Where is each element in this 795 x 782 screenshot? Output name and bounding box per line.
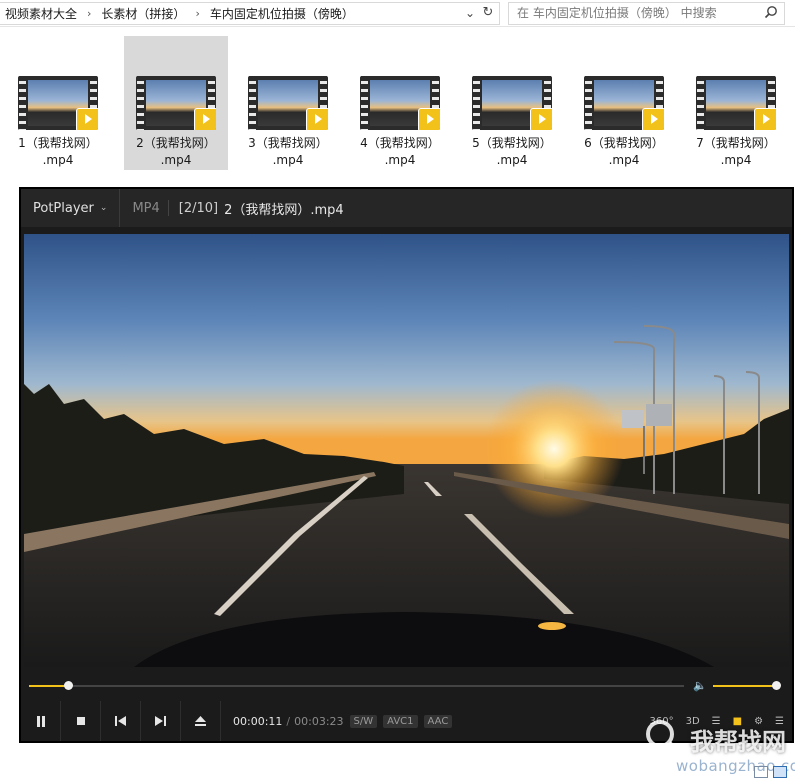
app-menu-button[interactable]: PotPlayer ⌄ bbox=[21, 189, 121, 227]
potplayer-window: PotPlayer ⌄ MP4 [2/10] 2（我帮找网）.mp4 🔈 00:… bbox=[19, 187, 794, 743]
file-item[interactable]: 6（我帮找网） .mp4 bbox=[572, 36, 676, 170]
file-item[interactable]: 3（我帮找网） .mp4 bbox=[236, 36, 340, 170]
volume-icon[interactable]: 🔈 bbox=[693, 679, 707, 692]
format-label: MP4 bbox=[132, 200, 160, 216]
potplayer-badge-icon bbox=[76, 108, 98, 130]
pause-icon bbox=[36, 715, 45, 727]
file-name: 1（我帮找网） .mp4 bbox=[18, 136, 98, 167]
playlist-position: [2/10] bbox=[178, 200, 219, 216]
file-name: 5（我帮找网） .mp4 bbox=[472, 136, 552, 167]
file-item-selected[interactable]: 2（我帮找网） .mp4 bbox=[124, 36, 228, 170]
file-grid: 1（我帮找网） .mp4 2（我帮找网） .mp4 3（我帮找网） .mp4 4（我帮… bbox=[0, 36, 795, 176]
total-time: 00:03:23 bbox=[294, 714, 344, 728]
volume-handle[interactable] bbox=[771, 681, 781, 690]
video-file-icon bbox=[360, 76, 440, 130]
seekbar-row: 🔈 bbox=[21, 677, 792, 695]
video-file-icon bbox=[584, 76, 664, 130]
search-box[interactable] bbox=[508, 2, 785, 25]
video-frame[interactable] bbox=[24, 234, 789, 667]
next-button[interactable] bbox=[141, 701, 181, 741]
video-codec-tag[interactable]: AVC1 bbox=[383, 714, 418, 728]
breadcrumb-item[interactable]: 视频素材大全 bbox=[0, 5, 83, 22]
previous-icon bbox=[115, 716, 126, 726]
search-icon[interactable] bbox=[764, 5, 778, 19]
video-file-icon bbox=[696, 76, 776, 130]
watermark-search-icon bbox=[646, 720, 682, 756]
open-file-button[interactable] bbox=[181, 701, 221, 741]
breadcrumb-chevron-icon[interactable]: › bbox=[191, 7, 203, 20]
search-input[interactable] bbox=[509, 3, 762, 22]
file-item[interactable]: 1（我帮找网） .mp4 bbox=[6, 36, 110, 170]
file-name: 7（我帮找网） .mp4 bbox=[696, 136, 776, 167]
potplayer-badge-icon bbox=[754, 108, 776, 130]
video-file-icon bbox=[472, 76, 552, 130]
eject-icon bbox=[195, 716, 206, 726]
file-item[interactable]: 4（我帮找网） .mp4 bbox=[348, 36, 452, 170]
chevron-down-icon: ⌄ bbox=[99, 203, 108, 213]
next-icon bbox=[155, 716, 166, 726]
seek-handle[interactable] bbox=[64, 681, 74, 690]
current-time: 00:00:11 bbox=[233, 714, 283, 728]
watermark-text: 我帮找网 bbox=[690, 728, 786, 756]
potplayer-badge-icon bbox=[194, 108, 216, 130]
stop-button[interactable] bbox=[61, 701, 101, 741]
breadcrumb-item[interactable]: 长素材（拼接） bbox=[95, 5, 191, 22]
file-name: 6（我帮找网） .mp4 bbox=[584, 136, 664, 167]
previous-button[interactable] bbox=[101, 701, 141, 741]
large-icons-view-icon[interactable] bbox=[773, 766, 787, 778]
breadcrumb[interactable]: 视频素材大全 › 长素材（拼接） › 车内固定机位拍摄（傍晚） bbox=[0, 2, 500, 25]
address-bar: 视频素材大全 › 长素材（拼接） › 车内固定机位拍摄（傍晚） ⌄ ↻ bbox=[0, 0, 795, 27]
time-separator: / bbox=[286, 714, 291, 728]
video-file-icon bbox=[18, 76, 98, 130]
file-name: 2（我帮找网） .mp4 bbox=[136, 136, 216, 167]
potplayer-badge-icon bbox=[642, 108, 664, 130]
address-dropdown-icon[interactable]: ⌄ bbox=[462, 4, 478, 21]
refresh-icon[interactable]: ↻ bbox=[480, 4, 496, 21]
file-name: 3（我帮找网） .mp4 bbox=[248, 136, 328, 167]
video-file-icon bbox=[136, 76, 216, 130]
file-name: 4（我帮找网） .mp4 bbox=[360, 136, 440, 167]
file-item[interactable]: 7（我帮找网） .mp4 bbox=[684, 36, 788, 170]
file-item[interactable]: 5（我帮找网） .mp4 bbox=[460, 36, 564, 170]
app-name: PotPlayer bbox=[33, 200, 94, 216]
player-titlebar: PotPlayer ⌄ MP4 [2/10] 2（我帮找网）.mp4 bbox=[21, 189, 792, 227]
potplayer-badge-icon bbox=[306, 108, 328, 130]
seek-progress bbox=[29, 685, 69, 687]
breadcrumb-chevron-icon[interactable]: › bbox=[83, 7, 95, 20]
potplayer-badge-icon bbox=[530, 108, 552, 130]
stop-icon bbox=[76, 717, 85, 725]
pause-button[interactable] bbox=[21, 701, 61, 741]
potplayer-badge-icon bbox=[418, 108, 440, 130]
details-view-icon[interactable] bbox=[754, 766, 768, 778]
audio-codec-tag[interactable]: AAC bbox=[423, 714, 453, 728]
seek-track[interactable] bbox=[29, 685, 684, 687]
file-title: 2（我帮找网）.mp4 bbox=[224, 202, 344, 218]
breadcrumb-item[interactable]: 车内固定机位拍摄（傍晚） bbox=[204, 5, 360, 22]
volume-level bbox=[713, 685, 776, 687]
decoder-tag[interactable]: S/W bbox=[349, 714, 378, 728]
video-file-icon bbox=[248, 76, 328, 130]
divider bbox=[167, 200, 169, 216]
